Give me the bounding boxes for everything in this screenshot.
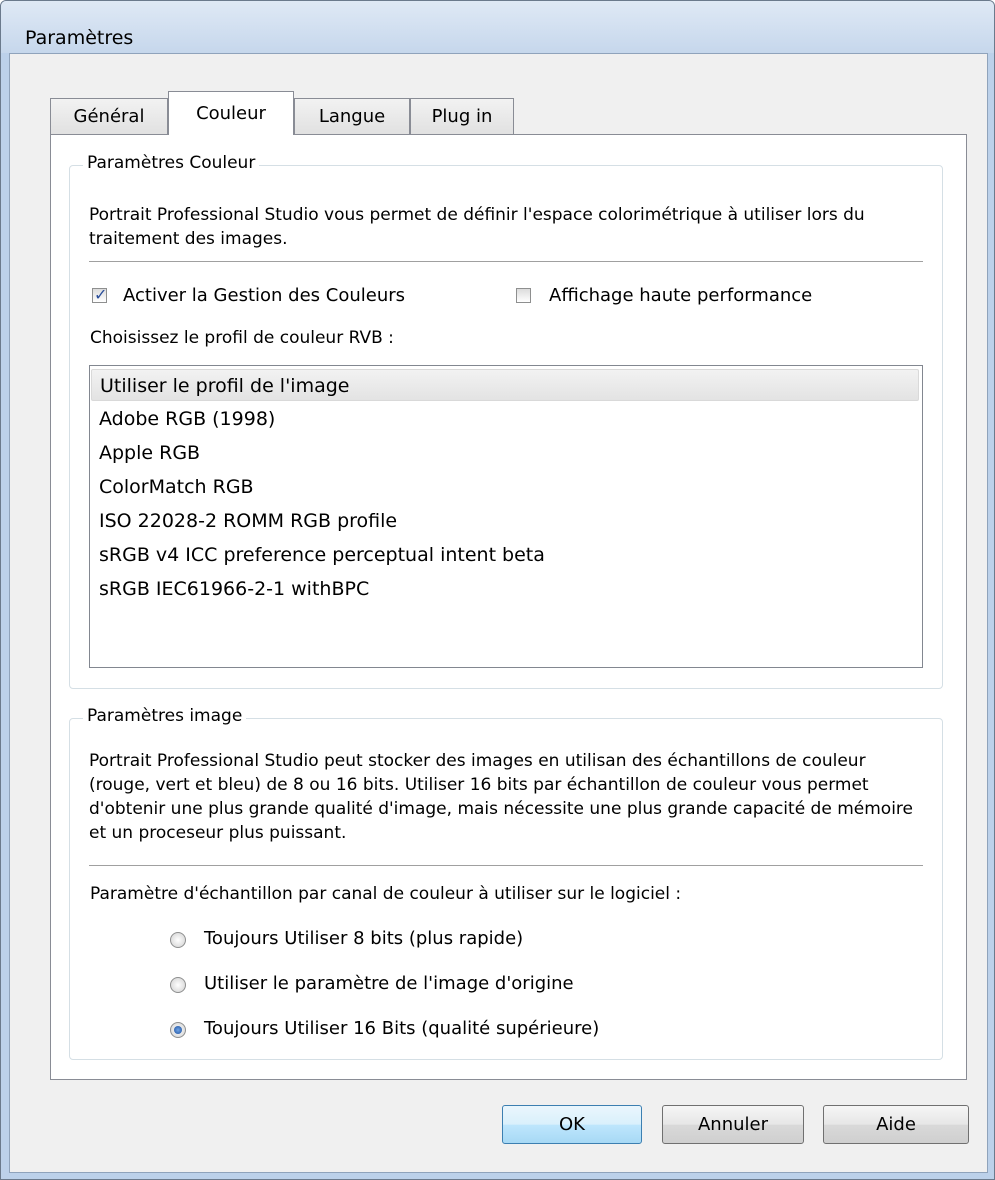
cancel-button-label: Annuler [697, 1114, 768, 1135]
profile-prompt: Choisissez le profil de couleur RVB : [90, 328, 394, 348]
ok-button[interactable]: OK [502, 1105, 642, 1144]
cancel-button[interactable]: Annuler [662, 1105, 804, 1144]
profile-item[interactable]: ISO 22028-2 ROMM RGB profile [91, 505, 919, 537]
tab-plugin-label: Plug in [431, 106, 493, 127]
profile-item[interactable]: Adobe RGB (1998) [91, 403, 919, 435]
image-settings-legend: Paramètres image [83, 706, 247, 726]
help-button[interactable]: Aide [823, 1105, 969, 1144]
profile-item[interactable]: ColorMatch RGB [91, 471, 919, 503]
image-settings-description: Portrait Professional Studio peut stocke… [89, 751, 913, 843]
radio-original-setting-label[interactable]: Utiliser le paramètre de l'image d'origi… [204, 973, 574, 994]
profile-item[interactable]: Apple RGB [91, 437, 919, 469]
high-performance-display-label[interactable]: Affichage haute performance [549, 285, 812, 306]
tab-language-label: Langue [318, 106, 386, 127]
radio-selected-dot [174, 1026, 182, 1034]
profile-item[interactable]: sRGB v4 ICC preference perceptual intent… [91, 539, 919, 571]
window-title: Paramètres [25, 27, 134, 49]
tab-general-label: Général [73, 106, 145, 127]
radio-8-bits[interactable] [170, 932, 186, 948]
color-settings-description: Portrait Professional Studio vous permet… [89, 205, 865, 249]
radio-16-bits[interactable] [170, 1022, 186, 1038]
high-performance-display-checkbox[interactable] [516, 288, 531, 303]
color-settings-separator [89, 261, 923, 262]
help-button-label: Aide [876, 1114, 916, 1135]
tab-plugin[interactable]: Plug in [410, 98, 514, 134]
title-bar[interactable]: Paramètres [1, 1, 994, 53]
tab-color[interactable]: Couleur [168, 91, 294, 135]
ok-button-label: OK [559, 1114, 585, 1135]
checkmark-icon: ✓ [94, 285, 108, 304]
profile-item[interactable]: Utiliser le profil de l'image [91, 369, 919, 401]
enable-color-management-label[interactable]: Activer la Gestion des Couleurs [123, 285, 405, 306]
radio-8-bits-label[interactable]: Toujours Utiliser 8 bits (plus rapide) [204, 928, 523, 949]
profile-item[interactable]: sRGB IEC61966-2-1 withBPC [91, 573, 919, 605]
tab-color-label: Couleur [196, 103, 266, 124]
bits-prompt: Paramètre d'échantillon par canal de cou… [90, 884, 682, 904]
color-profile-listbox[interactable]: Utiliser le profil de l'image Adobe RGB … [89, 365, 923, 668]
tab-language[interactable]: Langue [294, 98, 410, 134]
tab-general[interactable]: Général [50, 98, 168, 134]
settings-dialog: Paramètres Général Couleur Langue Plug i… [0, 0, 995, 1180]
enable-color-management-checkbox[interactable]: ✓ [92, 285, 108, 304]
image-settings-separator [89, 865, 923, 866]
color-settings-legend: Paramètres Couleur [83, 153, 260, 173]
radio-16-bits-label[interactable]: Toujours Utiliser 16 Bits (qualité supér… [204, 1018, 599, 1039]
radio-original-setting[interactable] [170, 977, 186, 993]
